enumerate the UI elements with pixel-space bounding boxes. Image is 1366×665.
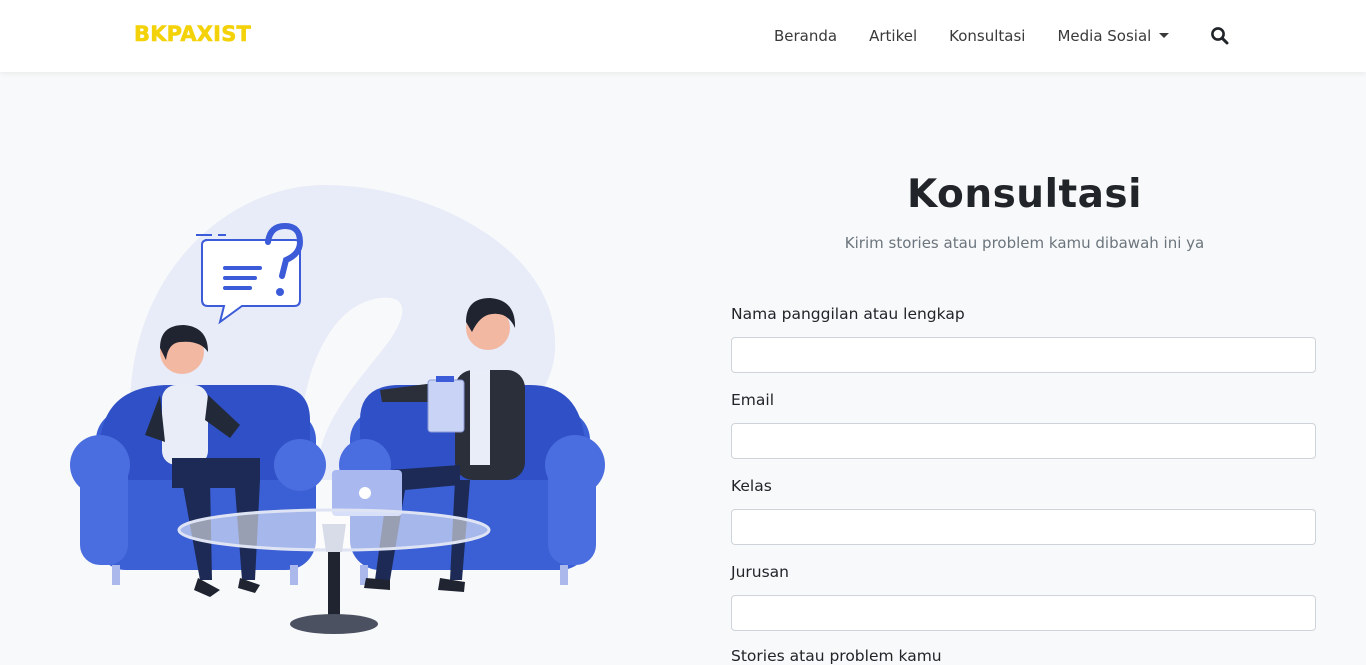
email-input[interactable] bbox=[731, 423, 1316, 459]
name-label: Nama panggilan atau lengkap bbox=[731, 305, 965, 323]
nav-dropdown-label: Media Sosial bbox=[1057, 27, 1152, 45]
page-subtitle: Kirim stories atau problem kamu dibawah … bbox=[844, 234, 1205, 252]
nav-link-artikel[interactable]: Artikel bbox=[853, 27, 933, 45]
nav-dropdown-media-sosial[interactable]: Media Sosial bbox=[1041, 27, 1185, 45]
kelas-input[interactable] bbox=[731, 509, 1316, 545]
search-icon bbox=[1211, 27, 1229, 45]
nav-links: Beranda Artikel Konsultasi Media Sosial bbox=[758, 0, 1185, 72]
stories-label: Stories atau problem kamu bbox=[731, 647, 942, 665]
jurusan-label: Jurusan bbox=[731, 563, 789, 581]
navbar: BKPAXIST Beranda Artikel Konsultasi Medi… bbox=[0, 0, 1366, 72]
consultation-illustration bbox=[70, 185, 605, 634]
caret-down-icon bbox=[1159, 33, 1170, 38]
search-button[interactable] bbox=[1210, 26, 1230, 46]
nav-link-konsultasi[interactable]: Konsultasi bbox=[933, 27, 1041, 45]
page-title: Konsultasi bbox=[907, 172, 1142, 217]
nav-link-beranda[interactable]: Beranda bbox=[758, 27, 853, 45]
email-label: Email bbox=[731, 391, 775, 409]
name-input[interactable] bbox=[731, 337, 1316, 373]
brand-logo[interactable]: BKPAXIST bbox=[134, 22, 251, 47]
coffee-table bbox=[177, 508, 491, 634]
kelas-label: Kelas bbox=[731, 477, 772, 495]
jurusan-input[interactable] bbox=[731, 595, 1316, 631]
